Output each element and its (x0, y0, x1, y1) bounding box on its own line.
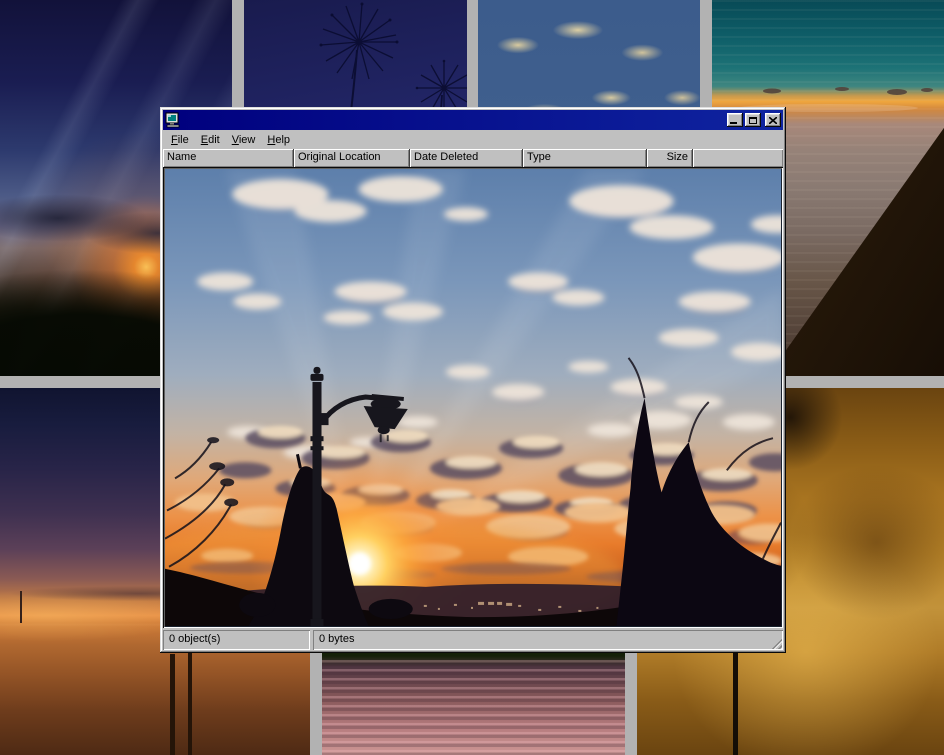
minimize-icon (730, 122, 737, 124)
status-object-count: 0 object(s) (163, 630, 310, 650)
recycle-bin-window: File Edit View Help Name Original Locati… (160, 107, 786, 653)
column-header-date-deleted[interactable]: Date Deleted (410, 149, 523, 167)
status-byte-count: 0 bytes (313, 630, 783, 650)
column-header-type[interactable]: Type (523, 149, 647, 167)
column-header-name[interactable]: Name (163, 149, 294, 167)
column-header-size[interactable]: Size (647, 149, 693, 167)
menu-file[interactable]: File (165, 132, 195, 148)
minimize-button[interactable] (727, 113, 743, 127)
menu-bar: File Edit View Help (163, 130, 783, 149)
file-list-area[interactable] (163, 167, 783, 628)
column-header-original-location[interactable]: Original Location (294, 149, 410, 167)
computer-icon (165, 112, 181, 128)
menu-edit[interactable]: Edit (195, 132, 226, 148)
column-header-blank (693, 149, 783, 167)
window-titlebar[interactable] (163, 110, 783, 130)
menu-help[interactable]: Help (261, 132, 296, 148)
menu-view[interactable]: View (226, 132, 262, 148)
pole-silhouette (733, 638, 738, 755)
column-headers: Name Original Location Date Deleted Type… (163, 149, 783, 167)
ripple-texture (322, 660, 625, 755)
sunset-streetlamp-photo (165, 169, 781, 626)
desktop: File Edit View Help Name Original Locati… (0, 0, 944, 755)
maximize-button[interactable] (745, 113, 761, 127)
sun (349, 553, 371, 575)
close-icon (769, 117, 777, 124)
maximize-icon (749, 117, 757, 124)
close-button[interactable] (765, 113, 781, 127)
status-bar: 0 object(s) 0 bytes (163, 630, 783, 650)
